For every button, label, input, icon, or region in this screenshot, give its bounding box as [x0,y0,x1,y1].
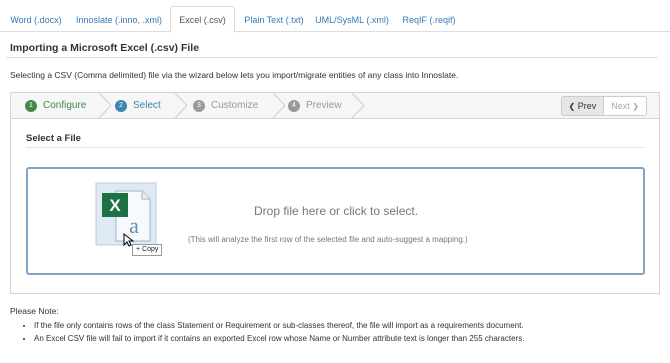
format-tabs: Word (.docx) Innoslate (.inno, .xml) Exc… [0,0,670,33]
prev-button[interactable]: ❮ Prev [560,96,605,116]
chevron-right-icon: ❯ [632,102,639,111]
tab-word[interactable]: Word (.docx) [4,8,68,32]
step-label: Customize [211,100,259,111]
wizard-step-customize[interactable]: 3 Customize [193,93,258,118]
title-divider [6,57,658,58]
section-title: Select a File [26,133,81,144]
step-separator-icon [99,93,111,118]
step-separator-icon [175,93,187,118]
step-label: Configure [43,100,87,111]
section-divider [26,147,644,148]
file-dropzone[interactable]: X a + Copy Drop file here or click to se… [26,167,645,275]
tab-plain-text[interactable]: Plain Text (.txt) [238,8,310,32]
wizard-nav: ❮ Prev Next ❯ [560,96,647,116]
page-description: Selecting a CSV (Comma delimited) file v… [10,70,459,80]
chevron-left-icon: ❮ [568,102,576,111]
step-number: 1 [25,100,37,112]
wizard-step-configure[interactable]: 1 Configure [25,93,86,118]
step-label: Select [133,100,161,111]
excel-letter: X [109,196,121,215]
import-wizard: 1 Configure 2 Select 3 Customize 4 Preview ❮… [10,92,660,294]
page-title: Importing a Microsoft Excel (.csv) File [10,42,200,54]
step-separator-icon [273,93,285,118]
note-item: An Excel CSV file will fail to import if… [34,333,524,346]
copy-badge: + Copy [132,244,163,256]
step-separator-icon [352,93,364,118]
note-item: If the file only contains rows of the cl… [34,320,524,333]
step-label: Preview [306,100,342,111]
tab-excel[interactable]: Excel (.csv) [170,6,235,33]
next-label: Next [611,101,630,111]
dropzone-subtitle: (This will analyze the first row of the … [188,235,468,244]
tab-reqif[interactable]: ReqIF (.reqif) [397,8,461,32]
wizard-step-select[interactable]: 2 Select [115,93,161,118]
wizard-content: Select a File X a + Copy Drop file here … [11,119,659,293]
prev-label: Prev [577,101,597,111]
dropzone-title: Drop file here or click to select. [254,204,419,218]
wizard-step-preview[interactable]: 4 Preview [288,93,342,118]
tab-uml-sysml[interactable]: UML/SysML (.xml) [313,8,391,32]
next-button[interactable]: Next ❯ [604,96,647,116]
wizard-steps-bar: 1 Configure 2 Select 3 Customize 4 Preview ❮… [11,93,659,119]
step-number: 3 [193,100,205,112]
step-number: 2 [115,100,127,112]
tab-innoslate[interactable]: Innoslate (.inno, .xml) [72,8,166,32]
notes-list: If the file only contains rows of the cl… [22,320,524,345]
notes-heading: Please Note: [10,306,59,316]
step-number: 4 [288,100,300,112]
